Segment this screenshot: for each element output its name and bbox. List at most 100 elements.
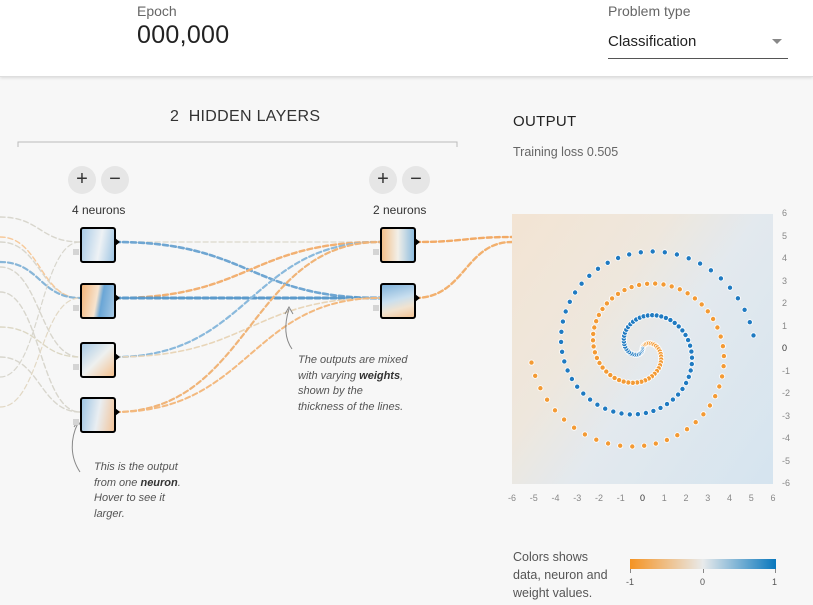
x-tick-label: -2 (594, 493, 603, 503)
data-point (683, 426, 690, 433)
data-point (741, 306, 748, 313)
data-point (685, 255, 692, 262)
data-point (726, 284, 733, 291)
data-point (568, 375, 575, 382)
data-point (750, 332, 757, 339)
y-tick-label: 2 (782, 298, 788, 308)
note-arrow (285, 308, 293, 350)
data-point (644, 280, 651, 287)
data-point (682, 332, 689, 339)
data-point (566, 298, 573, 305)
data-point (629, 443, 636, 450)
data-point (652, 280, 659, 287)
color-legend-text: Colors shows data, neuron and weight val… (513, 550, 608, 600)
data-point (605, 440, 612, 447)
neuron-output-arrow-icon (415, 238, 420, 246)
data-point (591, 324, 598, 331)
data-point (698, 301, 705, 308)
data-point (687, 342, 694, 349)
x-tick-label: -5 (529, 493, 538, 503)
neuron-l2-n1[interactable] (380, 227, 416, 263)
problem-type-dropdown[interactable]: Classification (608, 26, 788, 59)
data-point (685, 337, 692, 344)
output-heatmap[interactable] (512, 214, 773, 484)
data-point (615, 255, 622, 262)
data-point (674, 432, 681, 439)
neuron-output-arrow-icon (115, 294, 120, 302)
neuron-output-arrow-icon (415, 294, 420, 302)
remove-neuron-button[interactable]: − (402, 166, 430, 194)
neuron-l1-n1[interactable] (80, 227, 116, 263)
data-point (688, 348, 695, 355)
scale-label-min: -1 (626, 577, 635, 587)
x-tick-label: 6 (770, 493, 776, 503)
data-point (712, 393, 719, 400)
y-tick-label: -6 (782, 478, 791, 488)
y-tick-label: 5 (782, 230, 788, 241)
add-neuron-button[interactable]: + (68, 166, 96, 194)
note-arrow (71, 422, 81, 473)
neuron-bias-marker (73, 419, 79, 425)
neuron-l2-n2[interactable] (380, 283, 416, 319)
neuron-l1-n2[interactable] (80, 283, 116, 319)
x-tick-label: 3 (705, 493, 711, 503)
data-point (657, 404, 664, 411)
data-point (572, 289, 579, 296)
scale-tick (703, 569, 704, 573)
neuron-l1-n4[interactable] (80, 397, 116, 433)
y-tick-label: 4 (782, 253, 788, 263)
data-point (587, 396, 594, 403)
data-point (679, 327, 686, 334)
remove-neuron-button[interactable]: − (101, 166, 129, 194)
data-point (544, 396, 551, 403)
data-point (676, 286, 683, 293)
data-point (719, 343, 726, 350)
data-point (602, 405, 609, 412)
data-point (685, 373, 692, 380)
data-point (564, 367, 571, 374)
data-point (649, 248, 656, 255)
data-point (673, 251, 680, 258)
data-point (599, 364, 606, 371)
data-point (700, 411, 707, 418)
data-point (634, 411, 641, 418)
data-point (637, 249, 644, 256)
scale-label-mid: 0 (700, 577, 706, 587)
data-point (595, 265, 602, 272)
add-neuron-button[interactable]: + (369, 166, 397, 194)
data-point (720, 353, 727, 360)
data-point (642, 409, 649, 416)
neuron-bias-marker (73, 305, 79, 311)
data-point (593, 436, 600, 443)
data-point (610, 408, 617, 415)
data-point (663, 401, 670, 408)
data-point (537, 385, 544, 392)
data-point (618, 410, 625, 417)
x-tick-label: -3 (573, 493, 582, 503)
weight-line (114, 297, 381, 358)
neuron-l1-n3[interactable] (80, 342, 116, 378)
problem-type-label: Problem type (608, 3, 691, 19)
data-point (604, 259, 611, 266)
top-bar: Epoch 000,000 Problem type Classificatio… (0, 0, 813, 77)
data-point (609, 295, 616, 302)
data-point (719, 373, 726, 380)
data-point (615, 290, 622, 297)
y-tick-label: -1 (782, 365, 791, 376)
data-point (591, 349, 598, 356)
neuron-output-arrow-icon (115, 408, 120, 416)
x-tick-label: 1 (661, 493, 667, 503)
output-title: OUTPUT (513, 113, 577, 130)
x-tick-label: -4 (551, 493, 560, 503)
data-point (716, 383, 723, 390)
weight-line (113, 240, 382, 300)
data-point (625, 379, 632, 386)
data-point (683, 379, 690, 386)
hidden-layers-title: 2 HIDDEN LAYERS (170, 108, 320, 126)
data-point (626, 411, 633, 418)
neuron-output-arrow-icon (115, 353, 120, 361)
x-tick-label: -6 (507, 493, 516, 503)
neuron-output-arrow-icon (115, 238, 120, 246)
data-point (660, 281, 667, 288)
data-point (663, 436, 670, 443)
